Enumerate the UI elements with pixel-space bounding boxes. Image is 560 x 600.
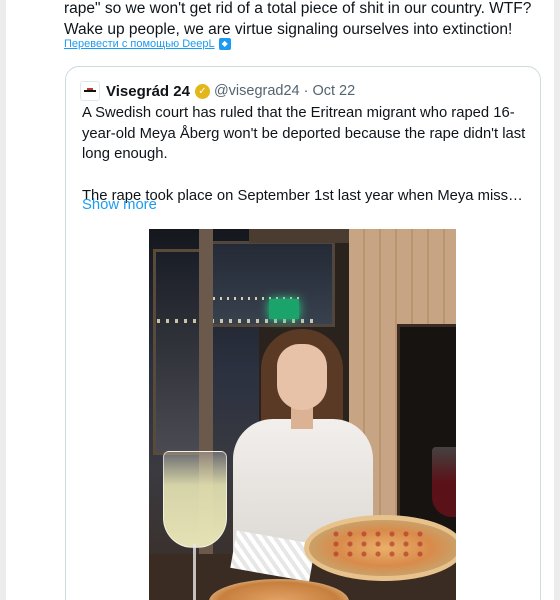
photo-glass-stem <box>193 544 196 600</box>
photo-exit-sign <box>269 299 299 319</box>
tweet-photo[interactable] <box>149 229 456 600</box>
photo-red-wine <box>432 447 456 517</box>
show-more-link[interactable]: Show more <box>82 197 157 213</box>
quoted-tweet[interactable]: Visegrád 24 ✓ @visegrad24 · Oct 22 A Swe… <box>65 66 541 600</box>
author-name[interactable]: Visegrád 24 <box>106 83 190 100</box>
verified-badge-icon: ✓ <box>194 83 210 99</box>
separator-dot: · <box>303 83 309 99</box>
translate-link[interactable]: Перевести с помощью DeepL ◆ <box>64 38 231 50</box>
tweet-text: rape" so we won't get rid of a total pie… <box>64 0 532 38</box>
avatar[interactable] <box>80 81 100 101</box>
deepl-icon: ◆ <box>218 38 231 50</box>
photo-string-lights <box>157 319 317 323</box>
quoted-tweet-body: A Swedish court has ruled that the Eritr… <box>82 103 526 206</box>
tweet-card: rape" so we won't get rid of a total pie… <box>6 0 554 600</box>
photo-pizza-toppings <box>329 529 429 559</box>
author-handle[interactable]: @visegrad24 <box>214 83 300 99</box>
translate-label[interactable]: Перевести с помощью DeepL <box>64 38 215 50</box>
quoted-tweet-header: Visegrád 24 ✓ @visegrad24 · Oct 22 <box>80 81 355 101</box>
photo-wine-glass <box>163 451 227 548</box>
tweet-date[interactable]: Oct 22 <box>312 83 355 99</box>
photo-person-face <box>277 344 327 410</box>
quote-paragraph-1: A Swedish court has ruled that the Eritr… <box>82 105 526 162</box>
